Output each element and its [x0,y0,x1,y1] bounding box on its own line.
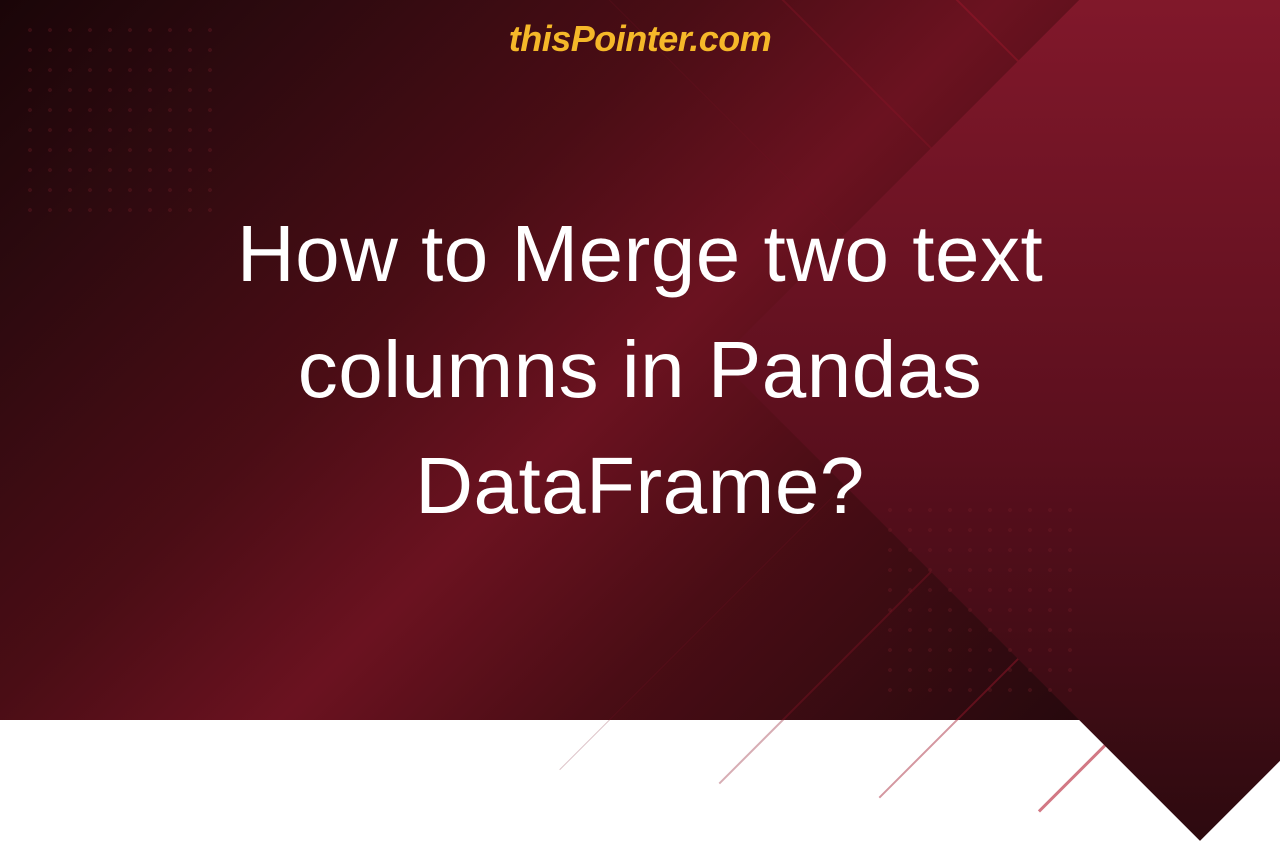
headline-container: How to Merge two text columns in Pandas … [0,60,1280,720]
content-container: thisPointer.com How to Merge two text co… [0,0,1280,720]
headline-text: How to Merge two text columns in Pandas … [80,196,1200,544]
brand-logo: thisPointer.com [509,18,772,60]
